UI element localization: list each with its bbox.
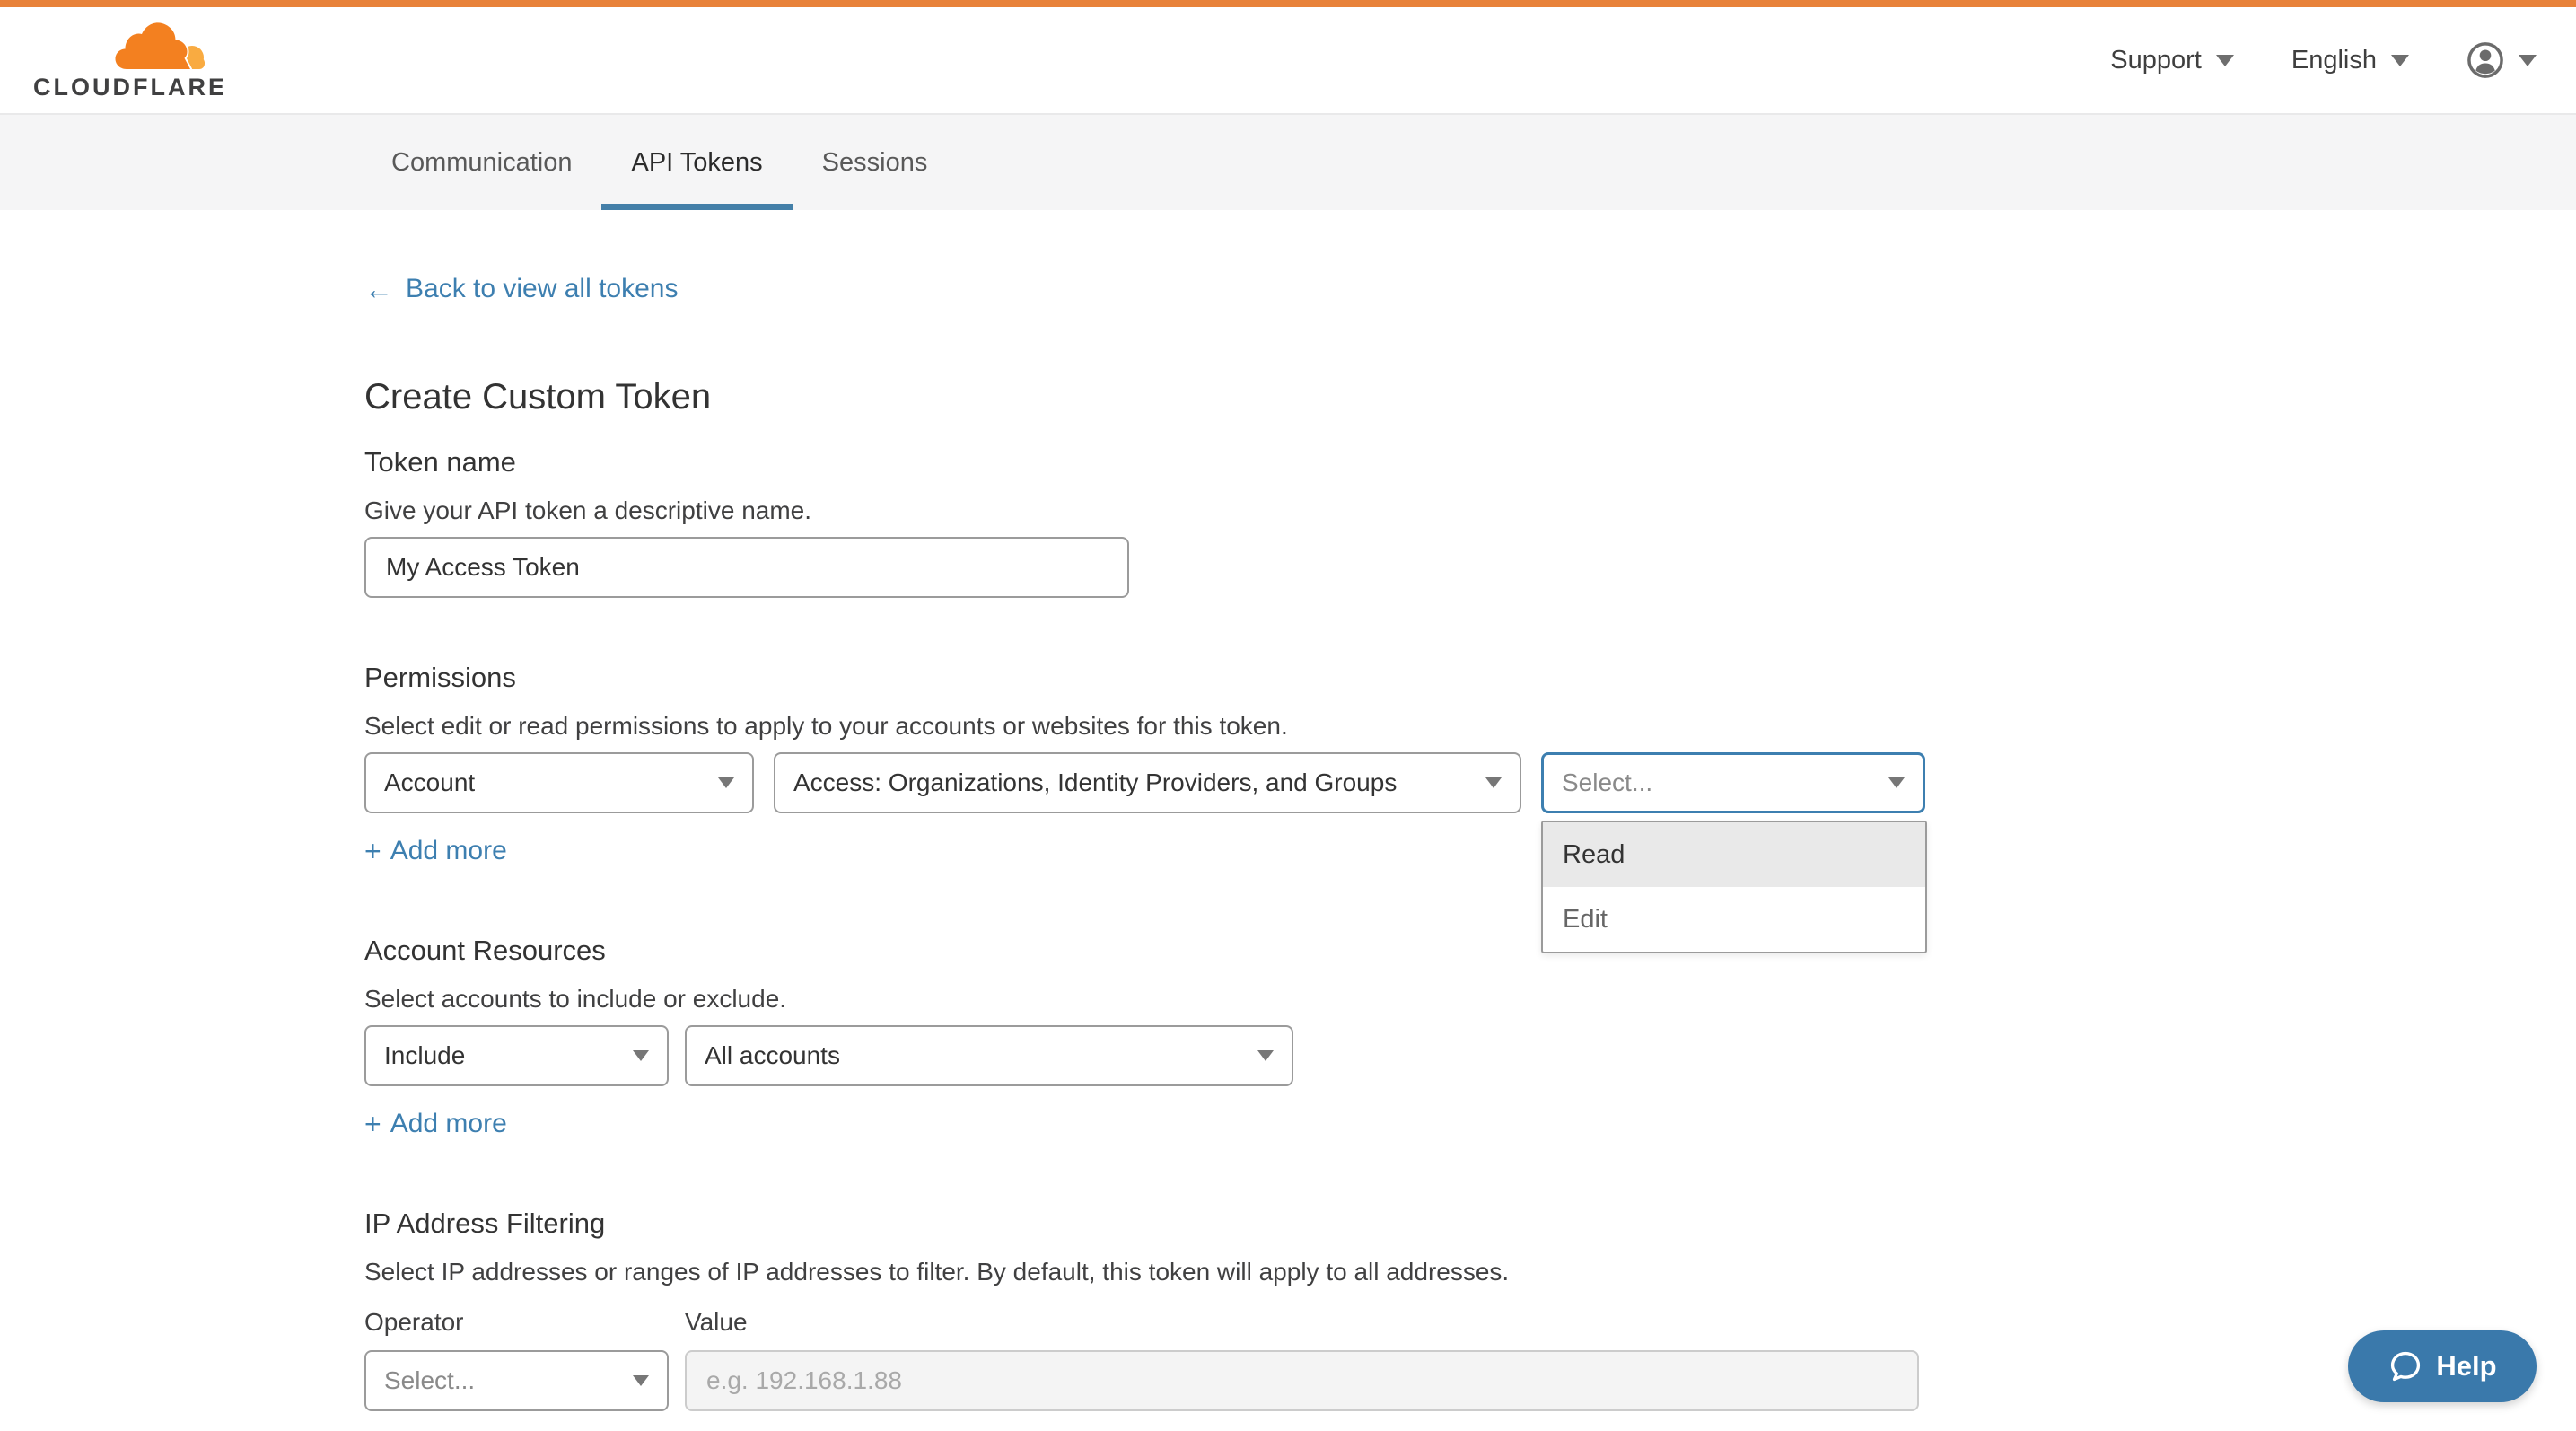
- ip-filtering-section: IP Address Filtering Select IP addresses…: [364, 1207, 2020, 1411]
- account-menu[interactable]: [2466, 41, 2537, 79]
- language-menu[interactable]: English: [2291, 46, 2409, 75]
- tab-label: API Tokens: [631, 148, 762, 178]
- chevron-down-icon: [2216, 55, 2234, 66]
- permissions-row: Account Access: Organizations, Identity …: [364, 752, 2020, 813]
- ip-filtering-labels: Operator Value: [364, 1307, 2020, 1338]
- support-menu-label: Support: [2110, 46, 2202, 75]
- plus-icon: +: [364, 1110, 381, 1138]
- permissions-heading: Permissions: [364, 661, 2020, 695]
- permission-resource-select[interactable]: Access: Organizations, Identity Provider…: [774, 752, 1521, 813]
- cloudflare-logo[interactable]: CLOUDFLARE: [33, 22, 227, 100]
- chevron-down-icon: [2391, 55, 2409, 66]
- chevron-down-icon: [718, 777, 734, 788]
- header-nav: Support English: [2110, 41, 2537, 79]
- token-name-input[interactable]: [364, 537, 1129, 598]
- cloudflare-wordmark: CLOUDFLARE: [33, 75, 227, 100]
- tab-communication[interactable]: Communication: [362, 115, 601, 210]
- add-more-label: Add more: [390, 836, 507, 866]
- permissions-add-more-link[interactable]: + Add more: [364, 835, 507, 867]
- chevron-down-icon: [2519, 55, 2537, 66]
- main-content: ← Back to view all tokens Create Custom …: [0, 210, 2020, 1411]
- back-arrow-icon: ←: [364, 275, 393, 303]
- plus-icon: +: [364, 837, 381, 865]
- ip-filtering-description: Select IP addresses or ranges of IP addr…: [364, 1257, 2020, 1287]
- token-name-section: Token name Give your API token a descrip…: [364, 445, 2020, 598]
- permission-access-placeholder: Select...: [1562, 768, 1652, 797]
- chevron-down-icon: [633, 1050, 649, 1061]
- profile-tabs: Communication API Tokens Sessions: [0, 113, 2576, 210]
- permission-scope-value: Account: [384, 768, 475, 797]
- permission-resource-value: Access: Organizations, Identity Provider…: [793, 768, 1397, 797]
- tab-sessions[interactable]: Sessions: [793, 115, 958, 210]
- operator-label: Operator: [364, 1307, 685, 1338]
- back-link[interactable]: ← Back to view all tokens: [364, 273, 678, 305]
- token-name-heading: Token name: [364, 445, 2020, 479]
- permission-access-menu: Read Edit: [1541, 821, 1927, 953]
- page-title: Create Custom Token: [364, 375, 2020, 418]
- support-menu[interactable]: Support: [2110, 46, 2234, 75]
- permissions-description: Select edit or read permissions to apply…: [364, 711, 2020, 742]
- ip-value-input[interactable]: [685, 1350, 1919, 1411]
- tab-api-tokens[interactable]: API Tokens: [601, 115, 792, 210]
- help-button-label: Help: [2436, 1350, 2496, 1383]
- chevron-down-icon: [1888, 777, 1905, 788]
- ip-operator-placeholder: Select...: [384, 1366, 475, 1395]
- ip-filtering-heading: IP Address Filtering: [364, 1207, 2020, 1241]
- app-header: CLOUDFLARE Support English: [0, 7, 2576, 113]
- language-menu-label: English: [2291, 46, 2377, 75]
- account-resources-description: Select accounts to include or exclude.: [364, 984, 2020, 1014]
- user-avatar-icon: [2466, 41, 2504, 79]
- ip-filtering-row: Select...: [364, 1350, 2020, 1411]
- brand-accent-bar: [0, 0, 2576, 7]
- tab-label: Communication: [391, 148, 572, 178]
- help-button[interactable]: Help: [2348, 1330, 2537, 1402]
- resource-mode-select[interactable]: Include: [364, 1025, 669, 1086]
- chat-bubble-icon: [2388, 1348, 2423, 1384]
- menu-option-read[interactable]: Read: [1543, 822, 1925, 887]
- token-name-description: Give your API token a descriptive name.: [364, 496, 2020, 526]
- chevron-down-icon: [633, 1375, 649, 1386]
- back-link-label: Back to view all tokens: [406, 274, 678, 304]
- permission-scope-select[interactable]: Account: [364, 752, 754, 813]
- menu-option-edit[interactable]: Edit: [1543, 887, 1925, 952]
- add-more-label: Add more: [390, 1109, 507, 1139]
- account-resources-section: Account Resources Select accounts to inc…: [364, 934, 2020, 1140]
- chevron-down-icon: [1485, 777, 1502, 788]
- permissions-section: Permissions Select edit or read permissi…: [364, 661, 2020, 867]
- account-resources-row: Include All accounts: [364, 1025, 2020, 1086]
- permission-access-select[interactable]: Select...: [1541, 752, 1925, 813]
- resource-accounts-select[interactable]: All accounts: [685, 1025, 1293, 1086]
- account-resources-add-more-link[interactable]: + Add more: [364, 1108, 507, 1140]
- cloudflare-cloud-icon: [112, 22, 206, 74]
- value-label: Value: [685, 1307, 748, 1338]
- chevron-down-icon: [1257, 1050, 1274, 1061]
- resource-mode-value: Include: [384, 1041, 465, 1070]
- tab-label: Sessions: [822, 148, 928, 178]
- ip-operator-select[interactable]: Select...: [364, 1350, 669, 1411]
- resource-accounts-value: All accounts: [705, 1041, 840, 1070]
- permission-access-dropdown: Select... Read Edit: [1541, 752, 1925, 813]
